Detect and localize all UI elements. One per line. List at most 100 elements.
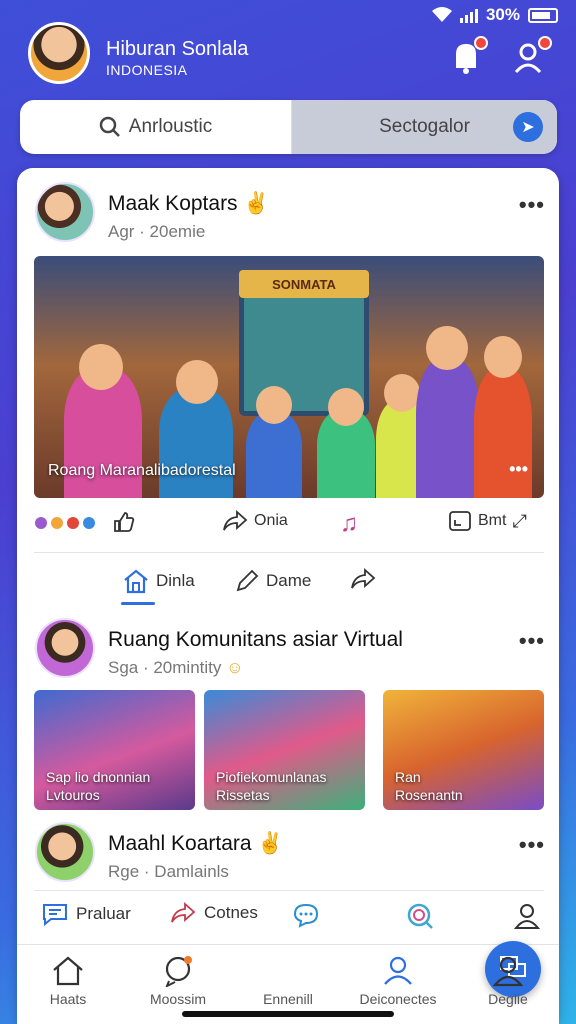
action-home[interactable]: Dinla (122, 568, 195, 594)
user-icon (514, 904, 540, 929)
avatar[interactable] (35, 822, 95, 882)
bookmark-button[interactable]: Bmt ⤢ (448, 510, 527, 532)
post-image[interactable]: SONMATA Roang Maranalibadorestal ••• (34, 256, 544, 498)
user-icon (384, 956, 412, 985)
avatar[interactable] (35, 182, 95, 242)
action-search[interactable] (406, 902, 434, 930)
action-edit[interactable]: Dame (234, 568, 311, 594)
thumbnail[interactable]: Piofiekomunlanas Rissetas (204, 690, 365, 810)
signal-icon (459, 7, 478, 23)
post-author[interactable]: Ruang Komunitans asiar Virtual (108, 628, 403, 652)
post-actions: Dinla Dame (34, 568, 544, 608)
share-button[interactable]: Onia (222, 510, 288, 532)
caption-icon (449, 511, 471, 531)
app-header: Hiburan Sonlala INDONESIA (28, 22, 558, 92)
avatar[interactable] (35, 618, 95, 678)
action-label: Dinla (156, 571, 195, 590)
share-arrow-icon (171, 902, 196, 923)
tab-connections[interactable]: Deiconectes (353, 955, 443, 1007)
like-button[interactable] (112, 510, 136, 534)
thumbs-up-icon (114, 512, 135, 532)
search-tab-left[interactable]: Anrloustic (20, 100, 292, 154)
person-head (256, 386, 292, 424)
compass-icon[interactable]: ➤ (513, 112, 543, 142)
person-head (384, 374, 420, 412)
expand-icon: ⤢ (512, 510, 527, 531)
thumbnail[interactable]: Ran Rosenantn (383, 690, 544, 810)
action-label: Dame (266, 571, 312, 590)
share-label: Onia (254, 512, 288, 529)
chat-bubble-icon (165, 956, 192, 987)
person-head (176, 360, 218, 404)
tab-label: Ennenill (263, 991, 313, 1007)
chat-bubble-icon (293, 903, 319, 928)
home-indicator[interactable] (182, 1011, 394, 1017)
tab-profile[interactable]: Deglie (463, 955, 553, 1007)
bookmark-label: Bmt (478, 512, 507, 529)
user-icon (492, 956, 524, 987)
action-forward[interactable] (350, 568, 382, 590)
post-header: Ruang Komunitans asiar Virtual Sga · 20m… (35, 618, 545, 682)
search-bar: Anrloustic Sectogalor ➤ (20, 100, 557, 154)
search-icon (99, 116, 120, 137)
thumbnail-caption: Piofiekomunlanas Rissetas (216, 769, 327, 803)
thumbnail[interactable]: Sap lio dnonnian Lvtouros (34, 690, 195, 810)
action-comment[interactable]: Praluar (42, 902, 131, 926)
person-figure (246, 412, 302, 498)
tab-center[interactable]: Ennenill (243, 941, 541, 1007)
post-actions: Praluar Cotnes (34, 902, 544, 938)
search-left-label: Anrloustic (128, 116, 213, 137)
forward-icon (351, 568, 376, 589)
wave-emoji-icon: ✌ (257, 832, 284, 855)
divider (34, 552, 544, 553)
more-options-icon[interactable]: ••• (519, 628, 545, 654)
action-chat[interactable] (292, 902, 320, 928)
active-tab-indicator (121, 602, 155, 605)
action-profile[interactable] (514, 902, 540, 930)
person-figure (159, 388, 233, 498)
post-header: Maak Koptars ✌ Agr · 20emie ••• (35, 182, 545, 246)
post-author[interactable]: Maak Koptars ✌ (108, 192, 270, 216)
reaction-row: Onia ♫ Bmt ⤢ (34, 510, 544, 542)
person-head (484, 336, 522, 378)
action-label: Praluar (76, 904, 131, 923)
notification-badge (538, 36, 552, 50)
tab-label: Moossim (149, 991, 206, 1007)
image-more-icon[interactable]: ••• (509, 459, 528, 480)
pencil-icon (236, 569, 259, 592)
battery-icon (528, 7, 558, 23)
tab-home[interactable]: Haats (23, 955, 113, 1007)
search-right-label: Sectogalor (379, 116, 470, 137)
wave-emoji-icon: ✌ (243, 192, 270, 215)
notification-badge (474, 36, 488, 50)
tab-label: Deglie (488, 991, 528, 1007)
thumbnail-grid: Sap lio dnonnian Lvtouros Piofiekomunlana… (34, 690, 544, 810)
profile-avatar[interactable] (28, 22, 90, 84)
divider (34, 890, 544, 891)
tab-label: Haats (49, 991, 87, 1007)
app-subtitle: INDONESIA (106, 62, 188, 78)
feed-card: Maak Koptars ✌ Agr · 20emie ••• SONMATA … (17, 168, 559, 1024)
search-icon (407, 903, 433, 929)
image-caption: Roang Maranalibadorestal (48, 462, 236, 479)
more-options-icon[interactable]: ••• (519, 832, 545, 858)
person-figure (416, 358, 480, 498)
arcade-sign: SONMATA (239, 270, 369, 298)
comment-icon (43, 904, 67, 926)
tab-messages[interactable]: Moossim (133, 955, 223, 1007)
person-head (426, 326, 468, 370)
action-share[interactable]: Cotnes (170, 902, 258, 924)
emoji-icon: ☺ (226, 658, 244, 677)
music-button[interactable]: ♫ (340, 510, 358, 538)
post-author[interactable]: Maahl Koartara ✌ (108, 832, 284, 856)
friends-icon[interactable] (512, 36, 552, 76)
bell-icon[interactable] (448, 36, 488, 76)
music-note-icon: ♫ (340, 510, 358, 537)
thumbnail-caption: Ran Rosenantn (395, 769, 463, 803)
home-icon (53, 956, 83, 986)
more-options-icon[interactable]: ••• (519, 192, 545, 218)
search-tab-right[interactable]: Sectogalor ➤ (292, 100, 557, 154)
home-icon (124, 569, 148, 594)
person-head (79, 344, 123, 390)
reaction-summary[interactable] (34, 516, 96, 530)
